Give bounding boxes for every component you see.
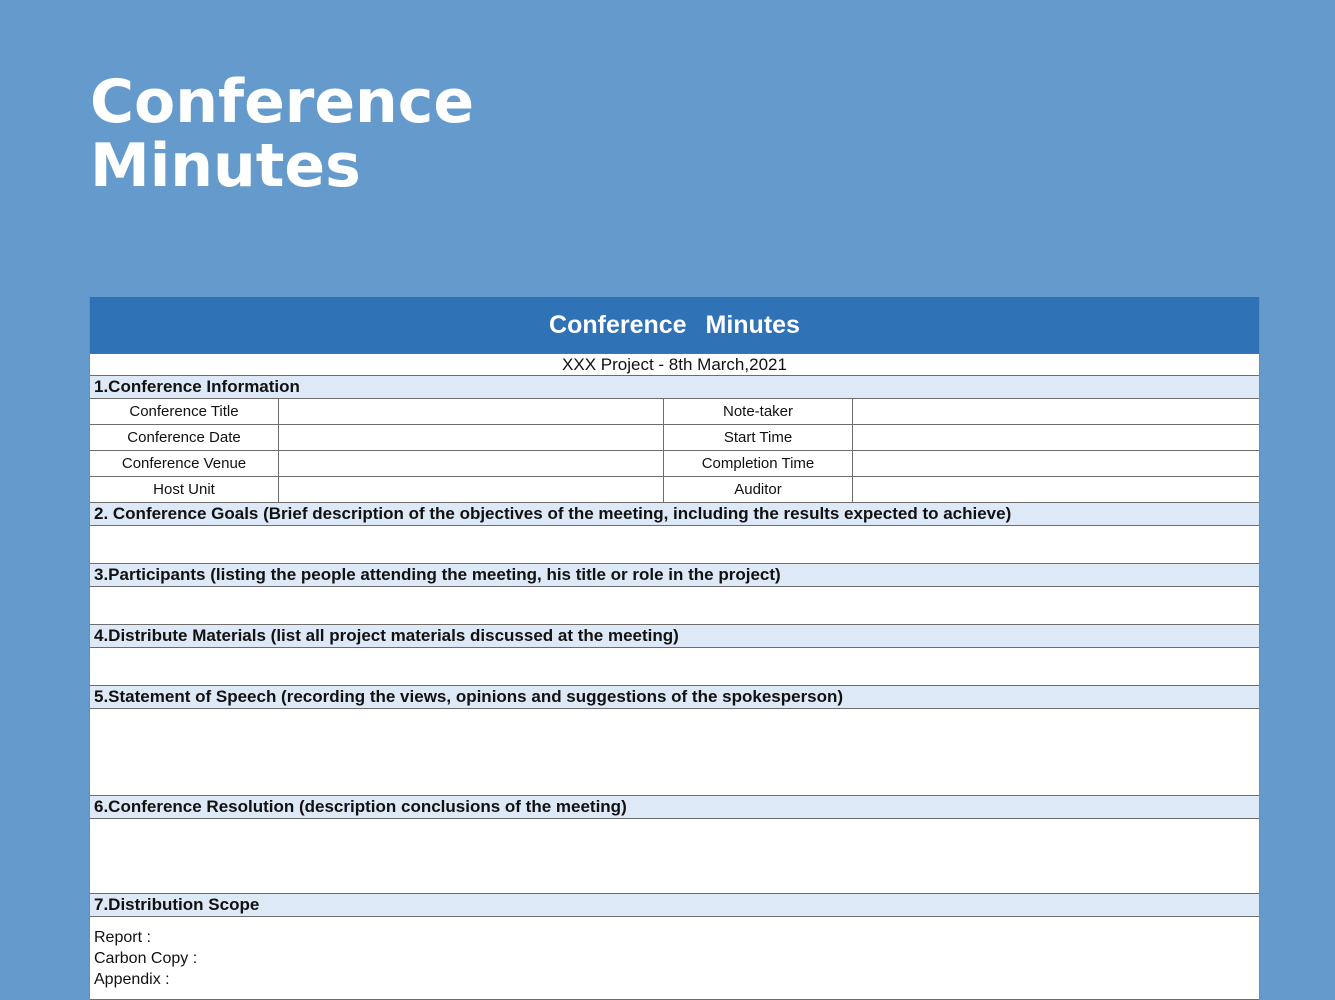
section-distribute-materials: 4.Distribute Materials (list all project…	[90, 625, 1259, 648]
carbon-copy-label: Carbon Copy :	[94, 950, 198, 967]
info-label: Note-taker	[664, 399, 853, 424]
conference-venue-field[interactable]	[279, 451, 664, 476]
note-taker-field[interactable]	[853, 399, 1259, 424]
info-label: Host Unit	[90, 477, 279, 502]
completion-time-field[interactable]	[853, 451, 1259, 476]
form-subtitle: XXX Project - 8th March,2021	[90, 354, 1259, 376]
section-conference-resolution: 6.Conference Resolution (description con…	[90, 796, 1259, 819]
conference-title-field[interactable]	[279, 399, 664, 424]
start-time-field[interactable]	[853, 425, 1259, 450]
materials-field[interactable]	[90, 648, 1259, 686]
info-label: Start Time	[664, 425, 853, 450]
section-distribution-scope: 7.Distribution Scope	[90, 894, 1259, 917]
info-row: Conference Date Start Time	[90, 425, 1259, 451]
appendix-label: Appendix :	[94, 971, 170, 988]
speech-field[interactable]	[90, 709, 1259, 796]
info-label: Conference Venue	[90, 451, 279, 476]
section-participants: 3.Participants (listing the people atten…	[90, 564, 1259, 587]
info-label: Completion Time	[664, 451, 853, 476]
resolution-field[interactable]	[90, 819, 1259, 894]
conference-goals-field[interactable]	[90, 526, 1259, 564]
host-unit-field[interactable]	[279, 477, 664, 502]
auditor-field[interactable]	[853, 477, 1259, 502]
section-statement-of-speech: 5.Statement of Speech (recording the vie…	[90, 686, 1259, 709]
section-conference-goals: 2. Conference Goals (Brief description o…	[90, 503, 1259, 526]
form-header: Conference Minutes	[90, 297, 1259, 354]
page-title: Conference Minutes	[90, 67, 475, 201]
section-conference-information: 1.Conference Information	[90, 376, 1259, 399]
info-label: Conference Date	[90, 425, 279, 450]
info-row: Conference Title Note-taker	[90, 399, 1259, 425]
conference-date-field[interactable]	[279, 425, 664, 450]
minutes-form: Conference Minutes XXX Project - 8th Mar…	[89, 297, 1260, 1000]
info-label: Auditor	[664, 477, 853, 502]
info-row: Conference Venue Completion Time	[90, 451, 1259, 477]
info-row: Host Unit Auditor	[90, 477, 1259, 503]
distribution-scope-content: Report : Carbon Copy : Appendix :	[90, 917, 1259, 1000]
participants-field[interactable]	[90, 587, 1259, 625]
info-label: Conference Title	[90, 399, 279, 424]
report-label: Report :	[94, 929, 151, 946]
